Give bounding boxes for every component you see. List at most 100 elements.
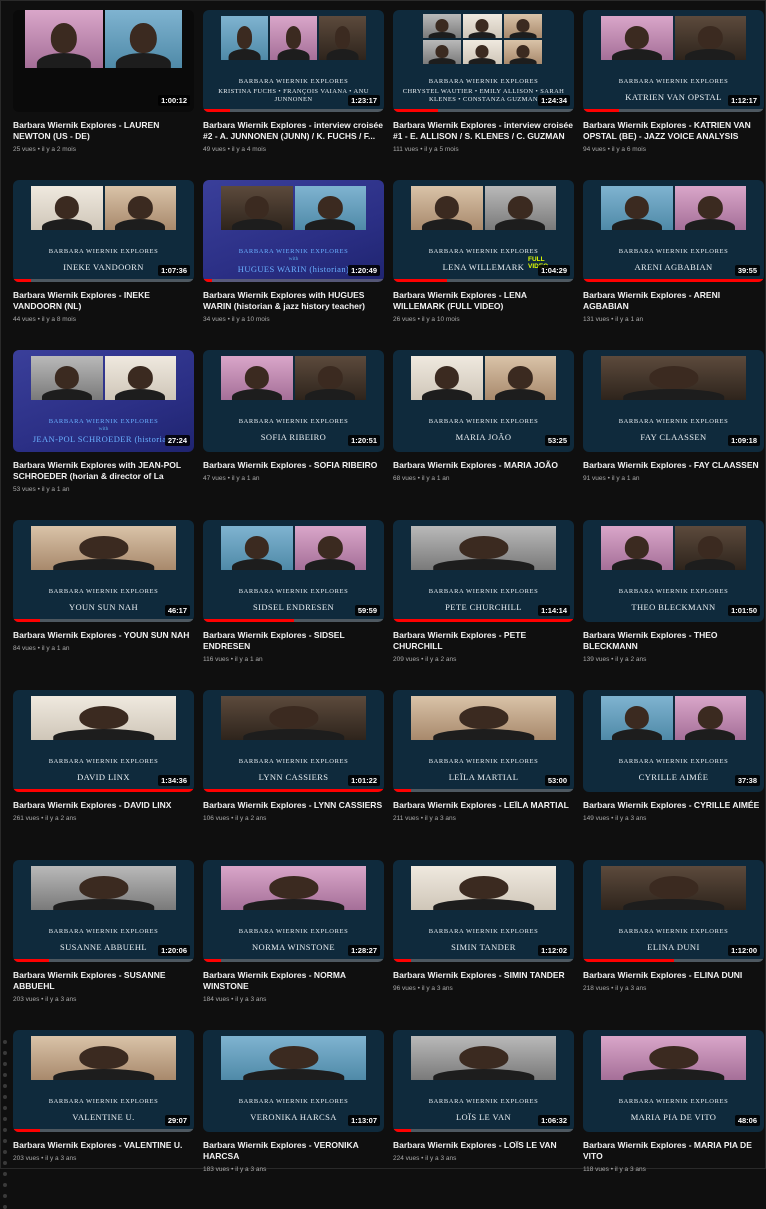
watch-progress-bar [13,789,194,792]
video-thumbnail[interactable]: BARBARA WIERNIK EXPLORES THEO BLECKMANN 1:… [583,520,764,622]
video-title[interactable]: Barbara Wiernik Explores - YOUN SUN NAH [13,630,194,641]
thumbnail-series-text: BARBARA WIERNIK EXPLORES [618,418,729,425]
video-card[interactable]: BARBARA WIERNIK EXPLORES ELINA DUNI 1:12:0… [583,860,764,1030]
video-title[interactable]: Barbara Wiernik Explores - DAVID LINX [13,800,194,811]
video-title[interactable]: Barbara Wiernik Explores - MARIA JOÃO [393,460,574,471]
video-card[interactable]: BARBARA WIERNIK EXPLORES NORMA WINSTONE 1:… [203,860,384,1030]
duration-badge: 1:14:14 [538,605,570,616]
scroll-dot [3,1183,7,1187]
video-card[interactable]: BARBARA WIERNIK EXPLORES VERONIKA HARCSA 1… [203,1030,384,1200]
watch-progress-fill [203,109,231,112]
video-card[interactable]: BARBARA WIERNIK EXPLORES MARIA PIA DE VIT… [583,1030,764,1200]
duration-badge: 1:20:49 [348,265,380,276]
video-thumbnail[interactable]: BARBARA WIERNIK EXPLORES PETE CHURCHILL 1:… [393,520,574,622]
watch-progress-bar [203,619,384,622]
video-title[interactable]: Barbara Wiernik Explores - SIMIN TANDER [393,970,574,981]
video-thumbnail[interactable]: BARBARA WIERNIK EXPLORES MARIA JOÃO 53:25 [393,350,574,452]
video-title[interactable]: Barbara Wiernik Explores - LYNN CASSIERS [203,800,384,811]
video-title[interactable]: Barbara Wiernik Explores - SOFIA RIBEIRO [203,460,384,471]
video-title[interactable]: Barbara Wiernik Explores - LOÏS LE VAN [393,1140,574,1151]
video-card[interactable]: 1:00:12 Barbara Wiernik Explores - LAUREN… [13,10,194,180]
video-card[interactable]: BARBARA WIERNIK EXPLORES KRISTINA FUCHS •… [203,10,384,180]
video-thumbnail[interactable]: BARBARA WIERNIK EXPLORES YOUN SUN NAH 46:1… [13,520,194,622]
video-card[interactable]: BARBARA WIERNIK EXPLORES SOFIA RIBEIRO 1:2… [203,350,384,520]
video-card[interactable]: BARBARA WIERNIK EXPLORES MARIA JOÃO 53:25 B… [393,350,574,520]
thumbnail-photo [294,186,366,230]
video-title[interactable]: Barbara Wiernik Explores - LENA WILLEMAR… [393,290,574,312]
video-card[interactable]: BARBARA WIERNIK EXPLORES FAY CLAASSEN 1:09… [583,350,764,520]
video-title[interactable]: Barbara Wiernik Explores - VERONIKA HARC… [203,1140,384,1162]
video-thumbnail[interactable]: BARBARA WIERNIK EXPLORES CYRILLE AIMÉE 37:… [583,690,764,792]
video-card[interactable]: BARBARA WIERNIK EXPLORES ARENI AGBABIAN 39… [583,180,764,350]
video-thumbnail[interactable]: BARBARA WIERNIK EXPLORES with HUGUES WARIN… [203,180,384,282]
thumbnail-series-text: BARBARA WIERNIK EXPLORES [238,1098,349,1105]
video-thumbnail[interactable]: BARBARA WIERNIK EXPLORES VERONIKA HARCSA 1… [203,1030,384,1132]
video-thumbnail[interactable]: BARBARA WIERNIK EXPLORES ELINA DUNI 1:12:0… [583,860,764,962]
video-title[interactable]: Barbara Wiernik Explores - SIDSEL ENDRES… [203,630,384,652]
thumbnail-photo [411,696,556,740]
video-card[interactable]: BARBARA WIERNIK EXPLORES SIDSEL ENDRESEN 5… [203,520,384,690]
video-title[interactable]: Barbara Wiernik Explores - MARIA PIA DE … [583,1140,764,1162]
video-title[interactable]: Barbara Wiernik Explores - FAY CLAASSEN [583,460,764,471]
video-card[interactable]: BARBARA WIERNIK EXPLORES CHRYSTEL WAUTIER… [393,10,574,180]
video-card[interactable]: BARBARA WIERNIK EXPLORES KATRIEN VAN OPST… [583,10,764,180]
video-thumbnail[interactable]: BARBARA WIERNIK EXPLORES LEÏLA MARTIAL 53:… [393,690,574,792]
video-card[interactable]: BARBARA WIERNIK EXPLORES with HUGUES WARIN… [203,180,384,350]
video-thumbnail[interactable]: BARBARA WIERNIK EXPLORES FAY CLAASSEN 1:09… [583,350,764,452]
video-title[interactable]: Barbara Wiernik Explores - CYRILLE AIMÉE [583,800,764,811]
video-thumbnail[interactable]: BARBARA WIERNIK EXPLORES SUSANNE ABBUEHL 1… [13,860,194,962]
video-card[interactable]: BARBARA WIERNIK EXPLORES with JEAN-POL SCH… [13,350,194,520]
video-thumbnail[interactable]: BARBARA WIERNIK EXPLORES MARIA PIA DE VIT… [583,1030,764,1132]
video-card[interactable]: BARBARA WIERNIK EXPLORES SIMIN TANDER 1:12… [393,860,574,1030]
video-card[interactable]: BARBARA WIERNIK EXPLORES INEKE VANDOORN 1:… [13,180,194,350]
video-card[interactable]: BARBARA WIERNIK EXPLORES DAVID LINX 1:34:3… [13,690,194,860]
video-thumbnail[interactable]: BARBARA WIERNIK EXPLORES NORMA WINSTONE 1:… [203,860,384,962]
video-thumbnail[interactable]: 1:00:12 [13,10,194,112]
scroll-dot [3,1161,7,1165]
video-title[interactable]: Barbara Wiernik Explores - NORMA WINSTON… [203,970,384,992]
video-title[interactable]: Barbara Wiernik Explores - SUSANNE ABBUE… [13,970,194,992]
video-title[interactable]: Barbara Wiernik Explores - INEKE VANDOOR… [13,290,194,312]
video-thumbnail[interactable]: BARBARA WIERNIK EXPLORES VALENTINE U. 29:0… [13,1030,194,1132]
thumbnail-series-text: BARBARA WIERNIK EXPLORES [428,588,539,595]
video-card[interactable]: BARBARA WIERNIK EXPLORES LEÏLA MARTIAL 53:… [393,690,574,860]
video-thumbnail[interactable]: BARBARA WIERNIK EXPLORES LOÏS LE VAN 1:06:… [393,1030,574,1132]
video-card[interactable]: BARBARA WIERNIK EXPLORES SUSANNE ABBUEHL 1… [13,860,194,1030]
video-thumbnail[interactable]: BARBARA WIERNIK EXPLORES KRISTINA FUCHS •… [203,10,384,112]
video-card[interactable]: BARBARA WIERNIK EXPLORES YOUN SUN NAH 46:1… [13,520,194,690]
video-card[interactable]: BARBARA WIERNIK EXPLORES LOÏS LE VAN 1:06:… [393,1030,574,1200]
video-thumbnail[interactable]: BARBARA WIERNIK EXPLORES INEKE VANDOORN 1:… [13,180,194,282]
video-title[interactable]: Barbara Wiernik Explores with JEAN-POL S… [13,460,194,482]
thumbnail-series-text: BARBARA WIERNIK EXPLORES [238,928,349,935]
thumbnail-series-text: BARBARA WIERNIK EXPLORES [618,758,729,765]
video-thumbnail[interactable]: BARBARA WIERNIK EXPLORES DAVID LINX 1:34:3… [13,690,194,792]
video-title[interactable]: Barbara Wiernik Explores - VALENTINE U. [13,1140,194,1151]
video-card[interactable]: BARBARA WIERNIK EXPLORES PETE CHURCHILL 1:… [393,520,574,690]
video-thumbnail[interactable]: BARBARA WIERNIK EXPLORES KATRIEN VAN OPST… [583,10,764,112]
video-card[interactable]: BARBARA WIERNIK EXPLORES LENA WILLEMARK FU… [393,180,574,350]
video-thumbnail[interactable]: BARBARA WIERNIK EXPLORES CHRYSTEL WAUTIER… [393,10,574,112]
video-card[interactable]: BARBARA WIERNIK EXPLORES LYNN CASSIERS 1:0… [203,690,384,860]
video-thumbnail[interactable]: BARBARA WIERNIK EXPLORES LYNN CASSIERS 1:0… [203,690,384,792]
video-meta: 94 vues • il y a 6 mois [583,146,646,153]
video-title[interactable]: Barbara Wiernik Explores with HUGUES WAR… [203,290,384,312]
video-card[interactable]: BARBARA WIERNIK EXPLORES THEO BLECKMANN 1:… [583,520,764,690]
duration-badge: 1:01:50 [728,605,760,616]
video-title[interactable]: Barbara Wiernik Explores - KATRIEN VAN O… [583,120,764,142]
video-title[interactable]: Barbara Wiernik Explores - LAUREN NEWTON… [13,120,194,142]
video-thumbnail[interactable]: BARBARA WIERNIK EXPLORES ARENI AGBABIAN 39… [583,180,764,282]
video-thumbnail[interactable]: BARBARA WIERNIK EXPLORES with JEAN-POL SCH… [13,350,194,452]
video-title[interactable]: Barbara Wiernik Explores - interview cro… [393,120,574,142]
video-title[interactable]: Barbara Wiernik Explores - PETE CHURCHIL… [393,630,574,652]
video-title[interactable]: Barbara Wiernik Explores - THEO BLECKMAN… [583,630,764,652]
video-thumbnail[interactable]: BARBARA WIERNIK EXPLORES SOFIA RIBEIRO 1:2… [203,350,384,452]
video-title[interactable]: Barbara Wiernik Explores - ELINA DUNI [583,970,764,981]
video-thumbnail[interactable]: BARBARA WIERNIK EXPLORES LENA WILLEMARK FU… [393,180,574,282]
video-thumbnail[interactable]: BARBARA WIERNIK EXPLORES SIMIN TANDER 1:12… [393,860,574,962]
video-title[interactable]: Barbara Wiernik Explores - LEÏLA MARTIAL [393,800,574,811]
video-card[interactable]: BARBARA WIERNIK EXPLORES VALENTINE U. 29:0… [13,1030,194,1200]
video-title[interactable]: Barbara Wiernik Explores - interview cro… [203,120,384,142]
video-title[interactable]: Barbara Wiernik Explores - ARENI AGBABIA… [583,290,764,312]
video-thumbnail[interactable]: BARBARA WIERNIK EXPLORES SIDSEL ENDRESEN 5… [203,520,384,622]
video-card[interactable]: BARBARA WIERNIK EXPLORES CYRILLE AIMÉE 37:… [583,690,764,860]
